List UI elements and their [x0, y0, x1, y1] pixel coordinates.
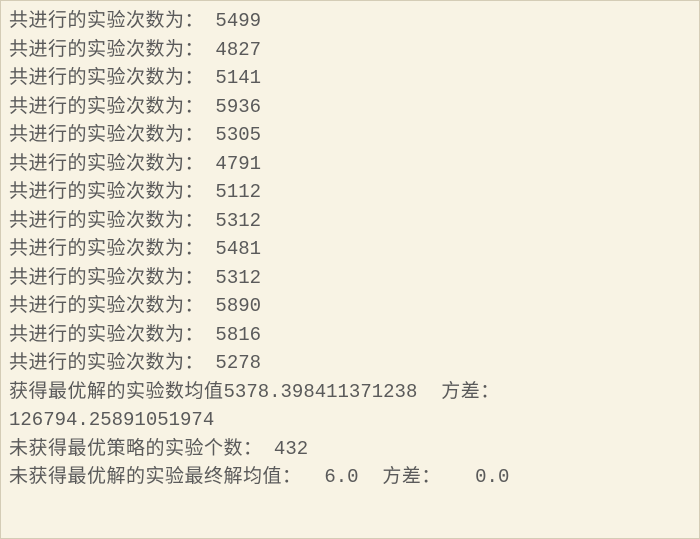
trial-count-label: 共进行的实验次数为：	[9, 209, 204, 231]
non-optimal-count-line: 未获得最优策略的实验个数： 432	[9, 435, 691, 464]
optimal-variance-value: 126794.25891051974	[9, 409, 214, 431]
trial-count-value: 5936	[204, 96, 261, 118]
optimal-mean-value: 5378.398411371238	[224, 381, 418, 403]
trial-count-label: 共进行的实验次数为：	[9, 294, 204, 316]
trial-line: 共进行的实验次数为： 4827	[9, 36, 691, 65]
trial-count-value: 5499	[204, 10, 261, 32]
trial-count-label: 共进行的实验次数为：	[9, 266, 204, 288]
non-optimal-count-label: 未获得最优策略的实验个数：	[9, 437, 263, 459]
trial-count-label: 共进行的实验次数为：	[9, 180, 204, 202]
non-optimal-variance-value: 0.0	[441, 466, 509, 488]
trial-line: 共进行的实验次数为： 5816	[9, 321, 691, 350]
non-optimal-count-value: 432	[263, 438, 309, 460]
trial-count-value: 5312	[204, 210, 261, 232]
trial-count-label: 共进行的实验次数为：	[9, 351, 204, 373]
trial-count-value: 5278	[204, 352, 261, 374]
trial-line: 共进行的实验次数为： 5481	[9, 235, 691, 264]
trial-line: 共进行的实验次数为： 5141	[9, 64, 691, 93]
trial-count-value: 4791	[204, 153, 261, 175]
trial-count-value: 5141	[204, 67, 261, 89]
trial-count-value: 5312	[204, 267, 261, 289]
trial-line: 共进行的实验次数为： 5278	[9, 349, 691, 378]
variance-label: 方差：	[382, 465, 441, 487]
trial-line: 共进行的实验次数为： 5890	[9, 292, 691, 321]
trial-line: 共进行的实验次数为： 5312	[9, 207, 691, 236]
trial-line: 共进行的实验次数为： 5112	[9, 178, 691, 207]
trial-count-value: 5112	[204, 181, 261, 203]
trial-count-value: 5816	[204, 324, 261, 346]
console-output: 共进行的实验次数为： 5499共进行的实验次数为： 4827共进行的实验次数为：…	[9, 7, 691, 492]
trial-count-value: 5890	[204, 295, 261, 317]
trial-line: 共进行的实验次数为： 5305	[9, 121, 691, 150]
trial-line: 共进行的实验次数为： 5499	[9, 7, 691, 36]
non-optimal-mean-value: 6.0	[302, 466, 359, 488]
trial-count-value: 5305	[204, 124, 261, 146]
optimal-mean-prefix: 获得最优解的实验数均值	[9, 380, 224, 402]
trial-line: 共进行的实验次数为： 4791	[9, 150, 691, 179]
trial-line: 共进行的实验次数为： 5312	[9, 264, 691, 293]
non-optimal-final-line: 未获得最优解的实验最终解均值： 6.0 方差： 0.0	[9, 463, 691, 492]
non-optimal-final-label: 未获得最优解的实验最终解均值：	[9, 465, 302, 487]
trial-count-label: 共进行的实验次数为：	[9, 237, 204, 259]
trial-line: 共进行的实验次数为： 5936	[9, 93, 691, 122]
trial-count-label: 共进行的实验次数为：	[9, 323, 204, 345]
optimal-variance-line: 126794.25891051974	[9, 406, 691, 435]
trial-count-value: 4827	[204, 39, 261, 61]
variance-label: 方差：	[441, 380, 500, 402]
trial-count-label: 共进行的实验次数为：	[9, 152, 204, 174]
trial-count-label: 共进行的实验次数为：	[9, 66, 204, 88]
trial-count-label: 共进行的实验次数为：	[9, 95, 204, 117]
trial-count-label: 共进行的实验次数为：	[9, 9, 204, 31]
trial-count-label: 共进行的实验次数为：	[9, 38, 204, 60]
trial-count-label: 共进行的实验次数为：	[9, 123, 204, 145]
optimal-mean-line: 获得最优解的实验数均值5378.398411371238 方差：	[9, 378, 691, 407]
trial-count-value: 5481	[204, 238, 261, 260]
